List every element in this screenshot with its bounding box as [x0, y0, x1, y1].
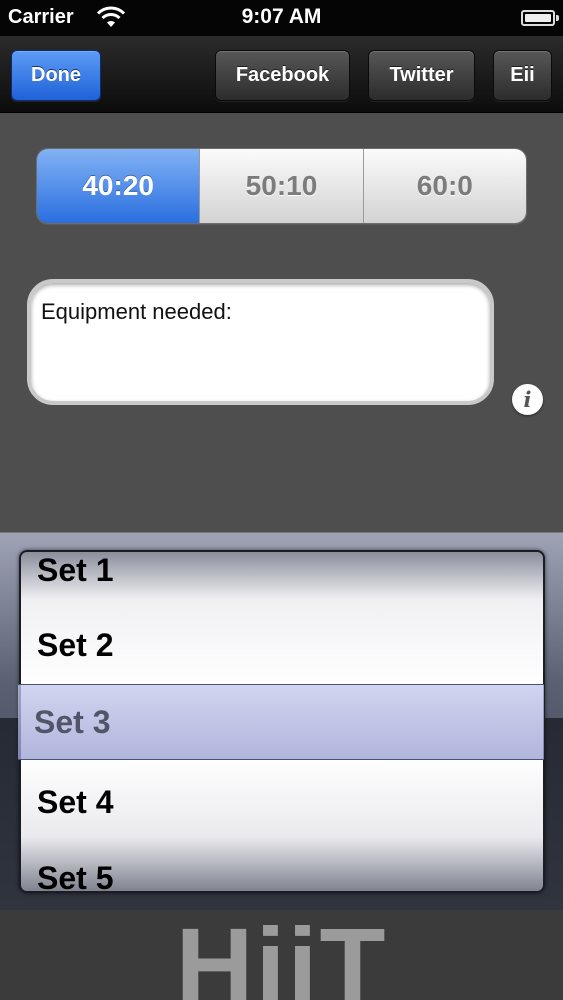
facebook-button[interactable]: Facebook [215, 50, 350, 101]
picker-item-set-2[interactable]: Set 2 [37, 627, 113, 664]
twitter-button[interactable]: Twitter [368, 50, 475, 101]
picker-item-set-1[interactable]: Set 1 [37, 552, 113, 589]
done-button[interactable]: Done [11, 50, 101, 101]
eii-button[interactable]: Eii [493, 50, 552, 101]
logo-area: HiiT [0, 910, 563, 1000]
clock: 9:07 AM [241, 5, 322, 28]
segment-50-10[interactable]: 50:10 [199, 149, 363, 223]
segment-40-20[interactable]: 40:20 [37, 149, 200, 223]
segment-60-0[interactable]: 60:0 [362, 149, 526, 223]
hiit-logo: HiiT [175, 910, 388, 1000]
ratio-segmented-control: 40:20 50:10 60:0 [36, 148, 527, 224]
battery-icon [521, 10, 559, 26]
picker-item-set-4[interactable]: Set 4 [37, 784, 113, 821]
info-icon[interactable]: i [512, 384, 543, 415]
equipment-text-area[interactable]: Equipment needed: [27, 279, 494, 405]
picker-selection-bar: Set 3 [18, 684, 544, 760]
picker-item-set-5[interactable]: Set 5 [37, 860, 113, 891]
toolbar: Done Facebook Twitter Eii [0, 36, 563, 113]
equipment-label: Equipment needed: [41, 299, 232, 324]
picker-item-set-3-selected[interactable]: Set 3 [34, 704, 110, 741]
status-bar: Carrier 9:07 AM [0, 0, 563, 36]
